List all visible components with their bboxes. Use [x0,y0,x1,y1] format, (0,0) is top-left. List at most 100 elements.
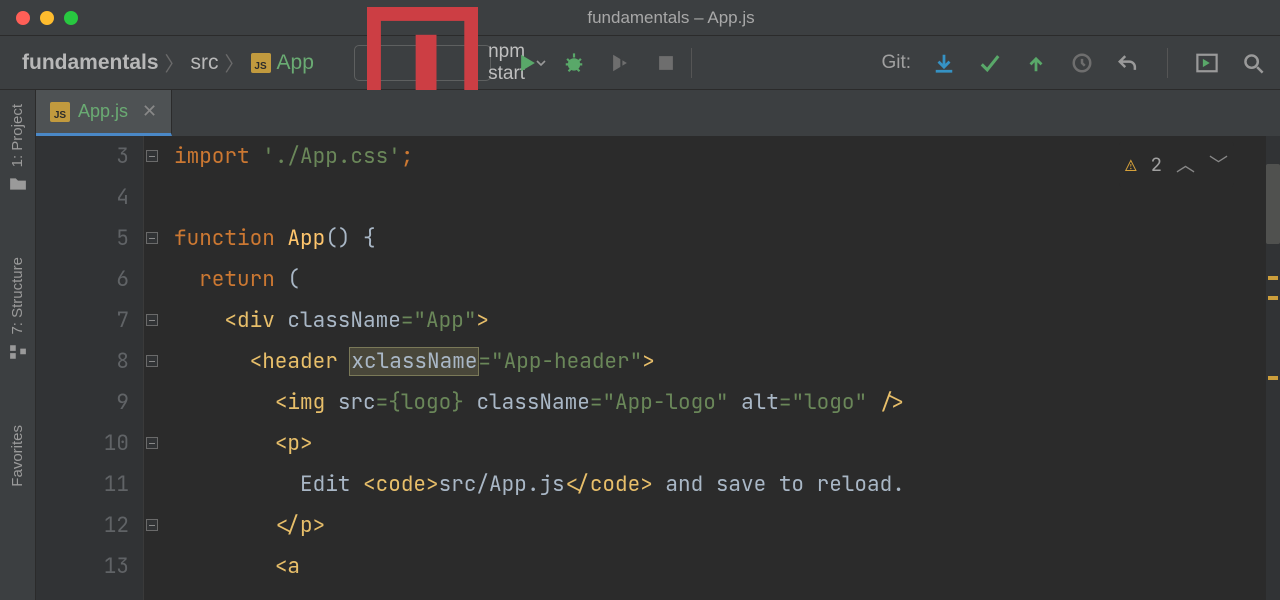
code-token: alt [741,389,779,416]
stop-button[interactable] [653,50,679,76]
code-token: src [338,389,376,416]
code-token: <header [250,348,351,375]
code-token: <div [224,307,287,334]
close-window-button[interactable] [16,11,30,25]
code-token: <img [275,389,338,416]
error-stripe[interactable] [1266,136,1280,600]
toolbar-separator [1167,48,1168,78]
git-push-button[interactable] [1023,50,1049,76]
warning-count: 2 [1151,144,1162,185]
inspection-widget[interactable]: ⚠ 2 ︿ ﹀ [1119,142,1234,187]
code-token [728,389,741,416]
code-token: "logo" [791,389,867,416]
toolbar-separator [691,48,692,78]
warning-marker[interactable] [1268,296,1278,300]
line-number: 8 [36,341,129,382]
code-token-highlighted: xclassName [350,348,478,375]
code-token: Edit [275,471,363,498]
breadcrumb-file-label: App [277,51,314,75]
code-token: return [199,266,275,293]
coverage-button[interactable] [607,50,633,76]
search-everywhere-button[interactable] [1240,50,1266,76]
line-number-gutter: 3 4 5 6 7 8 9 10 11 12 13 [36,136,144,600]
js-file-icon [50,102,70,122]
breadcrumb-project[interactable]: fundamentals [22,51,159,75]
code-token: </code> [565,471,653,498]
structure-icon [9,343,27,361]
code-token: src/App.js [439,471,565,498]
code-token: ={logo} [376,389,477,416]
structure-tool-button[interactable]: 7: Structure [9,257,27,361]
code-token: > [476,307,489,334]
folder-icon [9,175,27,193]
window-title: fundamentals – App.js [78,8,1264,28]
git-label: Git: [881,52,911,74]
code-token: ; [401,143,414,170]
code-token: ( [287,266,300,293]
next-highlight-icon[interactable]: ﹀ [1209,144,1228,185]
code-token: = [590,389,603,416]
line-number: 11 [36,464,129,505]
git-commit-button[interactable] [977,50,1003,76]
code-token: import [174,143,250,170]
code-token: "App-logo" [602,389,728,416]
git-history-button[interactable] [1069,50,1095,76]
line-number: 6 [36,259,129,300]
run-button[interactable] [515,50,541,76]
code-token: className [476,389,589,416]
code-token: <a [275,553,300,580]
code-token: function [174,225,275,252]
editor-tabs: App.js ✕ [36,90,1280,136]
code-token: <code> [363,471,439,498]
tool-window-strip: 1: Project 7: Structure Favorites [0,90,36,600]
line-number: 5 [36,218,129,259]
project-tool-button[interactable]: 1: Project [9,104,27,193]
code-token: App [287,225,325,252]
breadcrumb-folder[interactable]: src [191,51,219,75]
code-token: className [287,307,400,334]
titlebar: fundamentals – App.js [0,0,1280,36]
toolbar: fundamentals 〉 src 〉 App npm start Git: [0,36,1280,90]
warning-icon: ⚠ [1125,144,1136,185]
code-token: <p> [275,430,313,457]
run-anything-button[interactable] [1194,50,1220,76]
code-token: /> [867,389,905,416]
editor-tab-label: App.js [78,101,128,122]
warning-marker[interactable] [1268,376,1278,380]
code-editor[interactable]: 3 4 5 6 7 8 9 10 11 12 13 import './App.… [36,136,1280,600]
git-pull-button[interactable] [931,50,957,76]
run-configuration-dropdown[interactable]: npm start [354,45,491,81]
debug-button[interactable] [561,50,587,76]
editor-tab[interactable]: App.js ✕ [36,90,172,136]
code-area[interactable]: import './App.css'; function App() { ret… [144,136,1280,600]
code-token: "App-header" [491,348,642,375]
project-tool-label: 1: Project [9,104,26,167]
close-tab-button[interactable]: ✕ [142,101,157,122]
zoom-window-button[interactable] [64,11,78,25]
window-controls [16,11,78,25]
undo-button[interactable] [1115,50,1141,76]
chevron-right-icon: 〉 [223,48,247,77]
line-number: 10 [36,423,129,464]
favorites-tool-label: Favorites [9,425,26,487]
code-token: = [779,389,792,416]
prev-highlight-icon[interactable]: ︿ [1176,144,1195,185]
code-token: </p> [275,512,325,539]
minimize-window-button[interactable] [40,11,54,25]
line-number: 12 [36,505,129,546]
code-token: and save to reload. [653,471,905,498]
code-token: > [642,348,655,375]
code-token: = [478,348,491,375]
js-file-icon [251,53,271,73]
code-token: "App" [413,307,476,334]
line-number: 3 [36,136,129,177]
breadcrumb: fundamentals 〉 src 〉 App [22,48,314,77]
line-number: 7 [36,300,129,341]
warning-marker[interactable] [1268,276,1278,280]
favorites-tool-button[interactable]: Favorites [9,425,26,487]
scrollbar-thumb[interactable] [1266,164,1280,244]
code-token: () { [325,225,375,252]
chevron-right-icon: 〉 [163,48,187,77]
code-token: './App.css' [262,143,401,170]
breadcrumb-file[interactable]: App [251,51,314,75]
